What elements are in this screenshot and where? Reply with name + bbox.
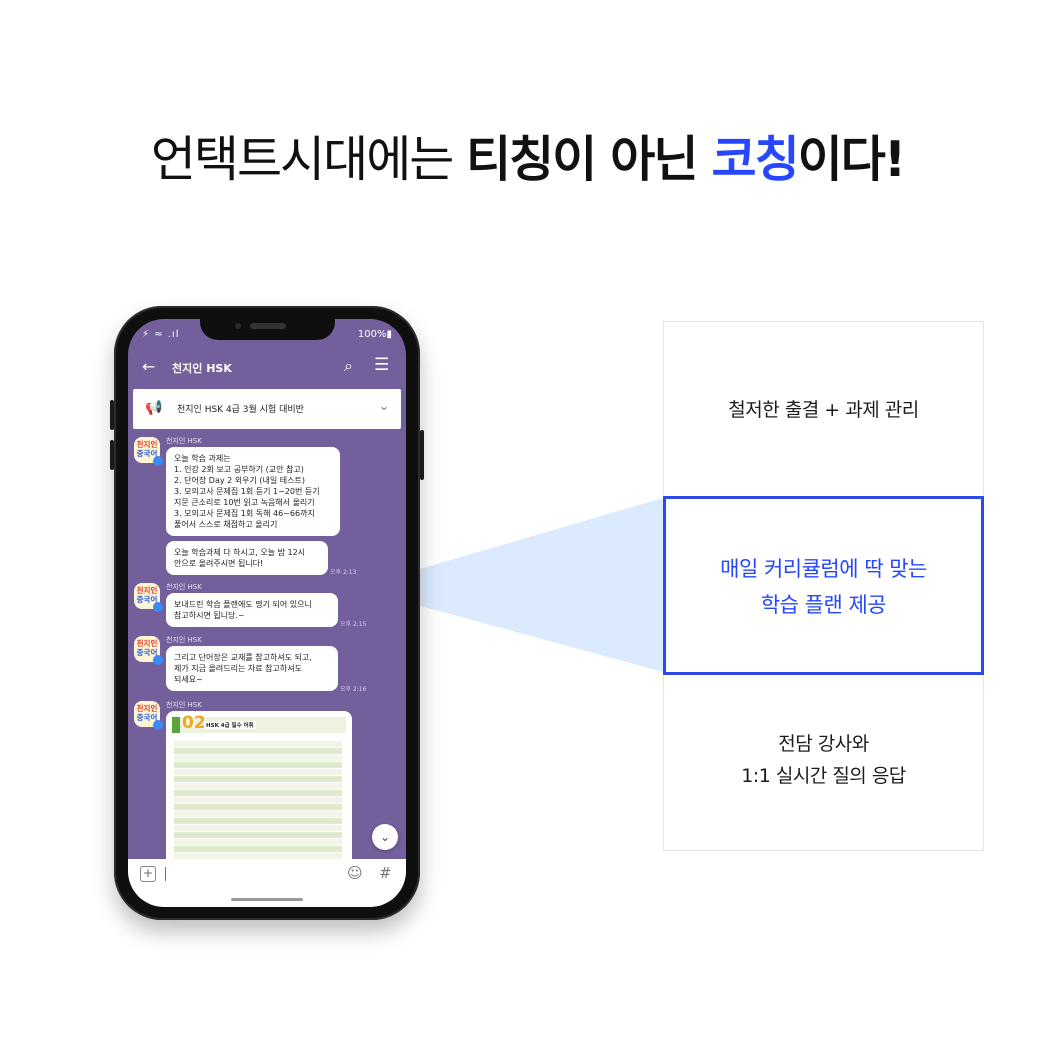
scroll-down-button[interactable]: ⌄ (372, 824, 398, 850)
menu-icon[interactable]: ☰ (374, 355, 389, 375)
notice-banner[interactable]: 📢 천지인 HSK 4급 3월 시험 대비반 ⌄ (133, 389, 401, 429)
power-button (420, 430, 424, 480)
earpiece-speaker (250, 323, 286, 329)
message-bubble[interactable]: 오늘 학습 과제는 1. 인강 2회 보고 공부하기 (교안 참고) 2. 단어… (166, 447, 340, 536)
feature-study-plan-line-1: 매일 커리큘럼에 딱 맞는 (720, 557, 927, 581)
megaphone-icon: 📢 (145, 400, 163, 416)
message-bubble[interactable]: 오늘 학습과제 다 하시고, 오늘 밤 12시 안으로 올려주시면 됩니다! (166, 541, 328, 575)
vocab-image-header: 02 HSK 4급 필수 어휘 (172, 713, 346, 733)
home-indicator (128, 893, 406, 907)
message-time: 오후 2:15 (340, 621, 367, 628)
front-camera (235, 323, 241, 329)
back-arrow-icon[interactable]: ← (142, 357, 155, 376)
feature-study-plan-highlight: 매일 커리큘럼에 딱 맞는 학습 플랜 제공 (663, 496, 984, 675)
crown-badge-icon (153, 602, 163, 612)
crown-badge-icon (153, 655, 163, 665)
hashtag-icon[interactable]: # (379, 864, 392, 882)
sender-name: 천지인 HSK (166, 636, 202, 644)
emoji-icon[interactable]: ☺ (347, 864, 363, 882)
feature-study-plan-line-2: 학습 플랜 제공 (760, 593, 887, 617)
chat-title: 천지인 HSK (172, 362, 232, 375)
volume-button (110, 400, 114, 430)
message-input[interactable] (165, 867, 166, 881)
message-time: 오후 2:13 (330, 569, 357, 576)
vocab-day-number: 02 (182, 713, 206, 733)
feature-attendance: 철저한 출결 + 과제 관리 (728, 399, 919, 421)
message-input-bar: + ☺ # (128, 859, 406, 893)
crown-badge-icon (153, 720, 163, 730)
message-time: 오후 2:16 (340, 686, 367, 693)
chat-screen: ⚡ ≈ .ıl 100%▮ ← 천지인 HSK ⌕ ☰ 📢 천지인 HSK 4급… (128, 319, 406, 907)
feature-qa: 전담 강사와 1:1 실시간 질의 응답 (741, 733, 906, 787)
sender-name: 천지인 HSK (166, 437, 202, 445)
avatar[interactable]: 천지인 중국어 (134, 583, 163, 612)
chevron-down-icon[interactable]: ⌄ (379, 399, 389, 413)
search-icon[interactable]: ⌕ (344, 356, 353, 376)
avatar[interactable]: 천지인 중국어 (134, 636, 163, 665)
vocab-table (174, 741, 342, 860)
crown-badge-icon (153, 456, 163, 466)
sender-name: 천지인 HSK (166, 583, 202, 591)
volume-button (110, 440, 114, 470)
avatar[interactable]: 천지인 중국어 (134, 701, 163, 730)
avatar[interactable]: 천지인 중국어 (134, 437, 163, 466)
phone-notch (200, 318, 335, 340)
message-bubble[interactable]: 보내드린 학습 플랜에도 명기 되어 있으니 참고하시면 됩니당.~ (166, 593, 338, 627)
signal-icon: ⚡ ≈ .ıl (142, 329, 180, 340)
message-bubble[interactable]: 그리고 단어장은 교재를 참고하셔도 되고, 제가 지금 올려드리는 자료 참고… (166, 646, 338, 691)
notice-text: 천지인 HSK 4급 3월 시험 대비반 (177, 405, 304, 415)
sender-name: 천지인 HSK (166, 701, 202, 709)
battery-icon: 100%▮ (357, 329, 392, 340)
app-bar: ← 천지인 HSK ⌕ ☰ (128, 353, 406, 383)
vocab-image-label: HSK 4급 필수 어휘 (204, 721, 256, 729)
add-attachment-icon[interactable]: + (140, 866, 156, 882)
vocab-image-attachment[interactable]: 02 HSK 4급 필수 어휘 (166, 711, 352, 871)
